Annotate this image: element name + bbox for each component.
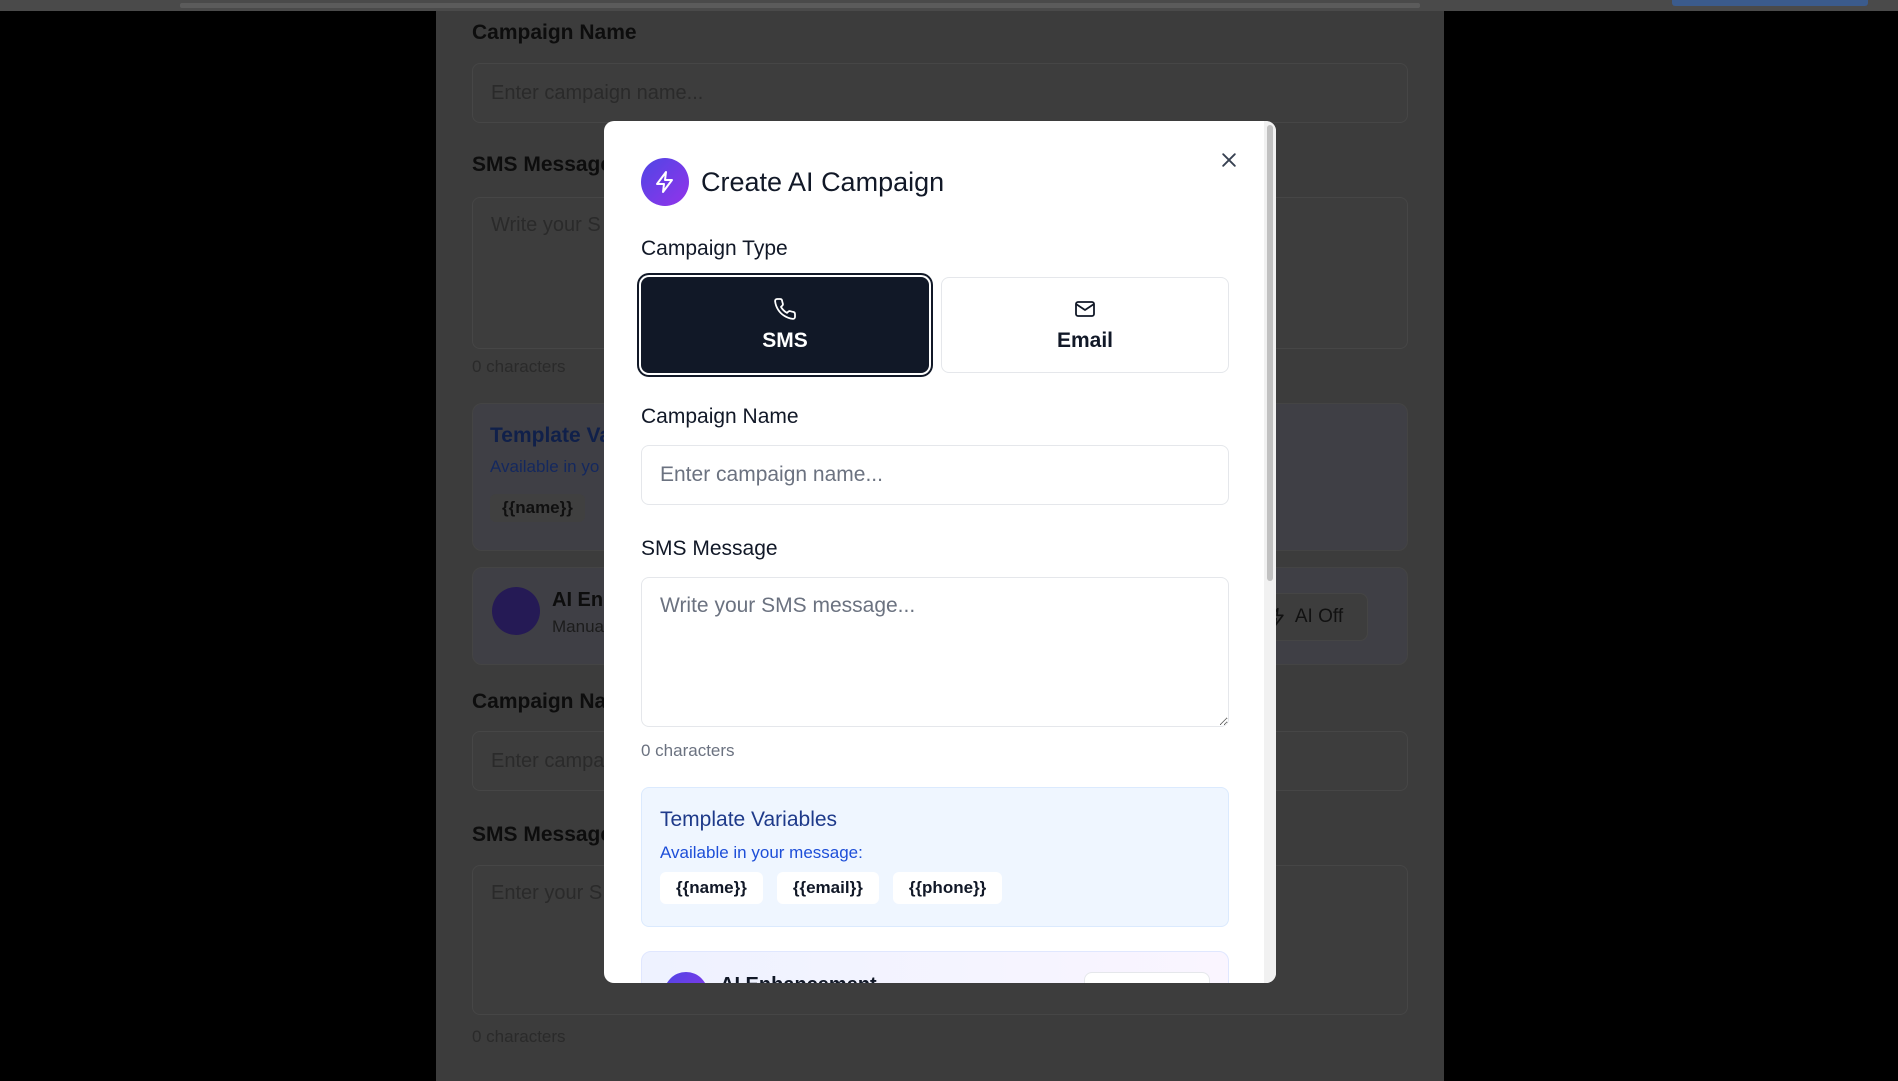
bg-campaign-name-label: Campaign Name <box>472 21 637 44</box>
template-variables-title: Template Variables <box>660 808 838 831</box>
variable-chip-email[interactable]: {{email}} <box>776 872 879 904</box>
template-variables-subtitle: Available in your message: <box>660 843 863 862</box>
ai-enhancement-title: AI Enhancement <box>720 974 877 983</box>
browser-tab-bar <box>180 3 1420 8</box>
bg-char-count-2: 0 characters <box>472 1027 566 1046</box>
bg-template-chip: {{name}} <box>490 494 585 522</box>
ai-enhancement-box: AI Enhancement <box>641 951 1229 983</box>
bolt-icon <box>656 171 673 193</box>
sms-type-button[interactable]: SMS <box>641 277 929 373</box>
modal-title: Create AI Campaign <box>701 166 945 197</box>
bg-sms-message-label: SMS Message <box>472 153 613 176</box>
modal-header: Create AI Campaign <box>641 158 944 206</box>
variable-chip-phone[interactable]: {{phone}} <box>892 872 1003 904</box>
close-icon <box>1222 153 1236 167</box>
bg-template-subtitle: Available in yo <box>490 457 600 476</box>
character-count: 0 characters <box>641 741 735 760</box>
sms-message-label: SMS Message <box>641 537 778 560</box>
bg-ai-off-label: AI Off <box>1294 606 1344 627</box>
sms-type-label: SMS <box>762 329 808 352</box>
bg-ai-subtitle: Manua <box>552 617 604 636</box>
bg-campaign-name-input: Enter campaign name... <box>472 63 1408 123</box>
email-type-button[interactable]: Email <box>941 277 1229 373</box>
variable-chip-name[interactable]: {{name}} <box>660 872 763 904</box>
template-variables-box: Template Variables Available in your mes… <box>641 787 1229 927</box>
template-variables-list: {{name}} {{email}} {{phone}} <box>660 872 1003 904</box>
bg-template-title: Template Va <box>490 424 611 447</box>
bg-ai-avatar <box>492 587 540 635</box>
modal-scroll-area[interactable]: Create AI Campaign Campaign Type SMS Ema… <box>604 121 1276 983</box>
bg-sms-message-label-2: SMS Message <box>472 823 613 846</box>
campaign-type-label: Campaign Type <box>641 237 788 260</box>
modal-scrollbar[interactable] <box>1264 121 1276 983</box>
bg-campaign-name-label-2: Campaign Na <box>472 690 607 713</box>
campaign-logo <box>641 158 689 206</box>
campaign-name-label: Campaign Name <box>641 405 799 428</box>
create-campaign-modal: Create AI Campaign Campaign Type SMS Ema… <box>604 121 1276 983</box>
campaign-name-input[interactable] <box>641 445 1229 505</box>
browser-top-strip <box>0 0 1898 11</box>
modal-scrollbar-thumb[interactable] <box>1267 125 1273 581</box>
phone-icon <box>774 298 796 320</box>
ai-enhancement-avatar <box>664 972 708 983</box>
close-button[interactable] <box>1214 145 1244 175</box>
mail-icon <box>1075 301 1095 317</box>
bg-char-count: 0 characters <box>472 357 566 376</box>
browser-accent-bar <box>1672 0 1868 6</box>
ai-toggle-button[interactable] <box>1084 972 1210 983</box>
sms-message-textarea[interactable] <box>641 577 1229 727</box>
email-type-label: Email <box>1056 329 1114 352</box>
